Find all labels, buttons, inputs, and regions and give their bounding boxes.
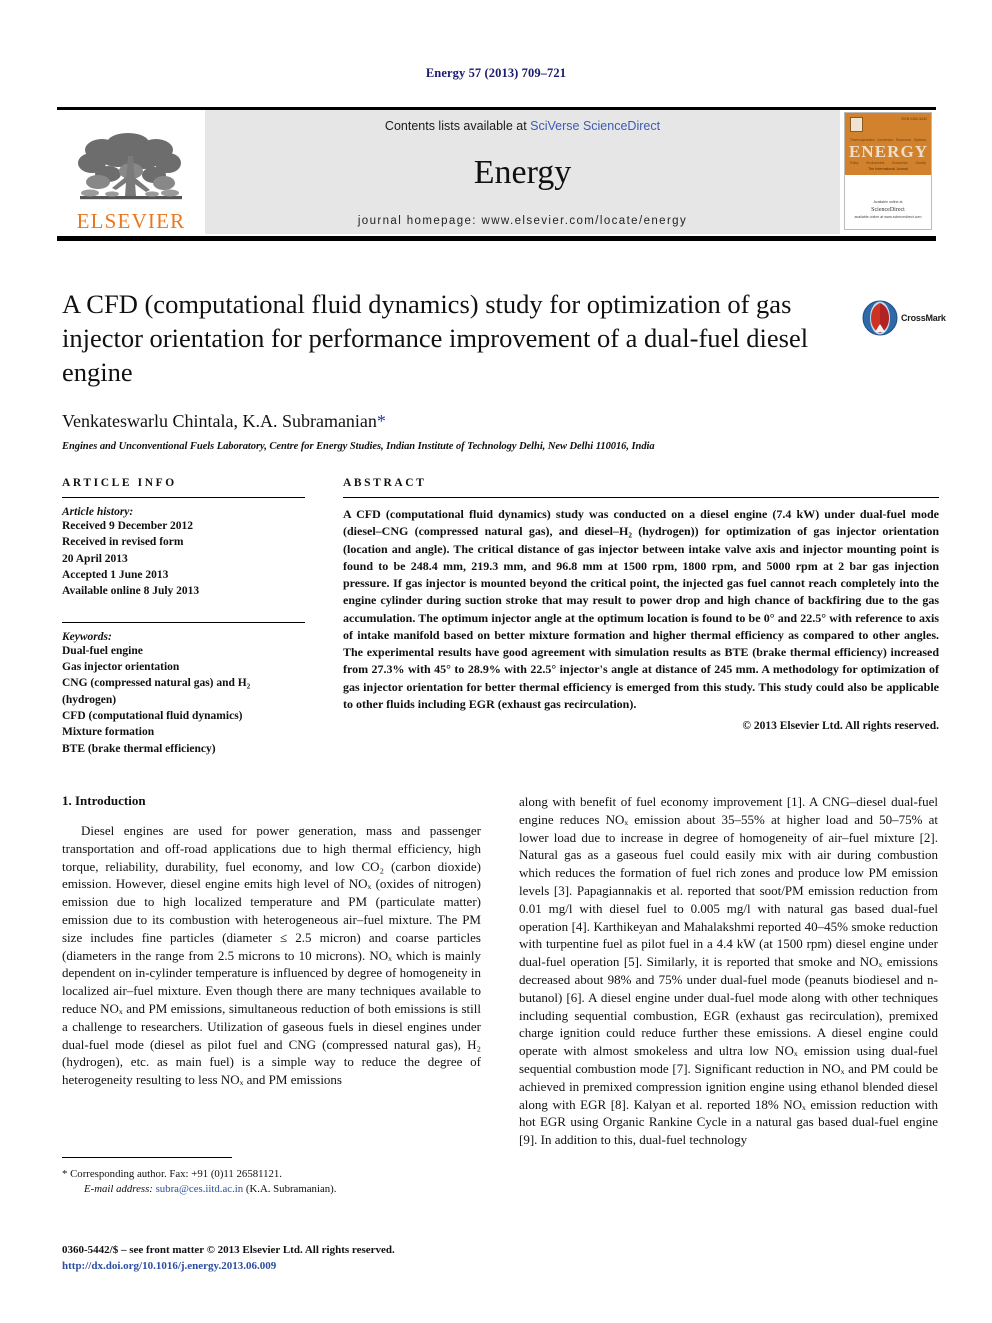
corresponding-author-marker: * (376, 410, 386, 431)
info-abstract-row: ARTICLE INFO Article history: Received 9… (62, 477, 939, 757)
doi-link[interactable]: http://dx.doi.org/10.1016/j.energy.2013.… (62, 1259, 562, 1275)
abstract-column: ABSTRACT A CFD (computational fluid dyna… (343, 477, 939, 757)
footnote-block: * Corresponding author. Fax: +91 (0)11 2… (62, 1167, 481, 1198)
cover-bottom-label-3: Society (915, 161, 926, 165)
email-owner: (K.A. Subramanian). (245, 1183, 337, 1196)
article-history-3: Accepted 1 June 2013 (62, 568, 169, 581)
cover-bottom-labels: Policy Environment Economics Society (850, 161, 926, 165)
keywords-rule (62, 621, 305, 623)
journal-homepage[interactable]: journal homepage: www.elsevier.com/locat… (358, 215, 687, 227)
email-note: E-mail address: subra@ces.iitd.ac.in (K.… (62, 1182, 481, 1197)
abstract-heading: ABSTRACT (343, 477, 427, 489)
cover-footer: Available online at ScienceDirect availa… (845, 200, 931, 220)
body-columns: 1. Introduction Diesel engines are used … (62, 793, 939, 1149)
affiliation: Engines and Unconventional Fuels Laborat… (62, 440, 655, 452)
cover-bottom-label-0: Policy (850, 161, 859, 165)
front-matter-block: 0360-5442/$ – see front matter © 2013 El… (62, 1243, 562, 1275)
cover-letter-3: R (887, 142, 900, 161)
journal-cover-thumbnail[interactable]: ISSN 0360-5442 Thermodynamics Conversion… (840, 110, 936, 234)
keyword-4: Mixture formation (62, 726, 155, 739)
masthead-bottom-rule (57, 236, 936, 241)
cover-thumb: ISSN 0360-5442 Thermodynamics Conversion… (844, 112, 932, 230)
page-title: A CFD (computational fluid dynamics) stu… (62, 289, 809, 387)
keyword-5: BTE (brake thermal efficiency) (62, 742, 216, 755)
article-info-heading: ARTICLE INFO (62, 477, 177, 489)
cover-orange-band: ISSN 0360-5442 Thermodynamics Conversion… (845, 113, 931, 175)
crossmark-badge[interactable]: CrossMark (862, 296, 946, 340)
masthead-center: Contents lists available at SciVerse Sci… (205, 110, 840, 234)
footnote-separator (62, 1157, 232, 1158)
sciencedirect-link[interactable]: SciVerse ScienceDirect (530, 119, 660, 133)
corresponding-author-note: * Corresponding author. Fax: +91 (0)11 2… (62, 1168, 283, 1180)
cover-mini-logo (850, 117, 863, 132)
email-link[interactable]: subra@ces.iitd.ac.in (156, 1183, 244, 1195)
cover-bottom-label-2: Economics (892, 161, 908, 165)
elsevier-logo: ELSEVIER (57, 110, 205, 234)
cover-letter-1: N (861, 142, 874, 161)
paper-page: Energy 57 (2013) 709–721 ELSEVIER Conten… (0, 0, 992, 1323)
cover-subtitle: The International Journal (868, 167, 908, 171)
elsevier-wordmark: ELSEVIER (76, 209, 186, 233)
email-label: E-mail address: (84, 1183, 153, 1196)
cover-footer-tagline: available online at www.sciencedirect.co… (854, 214, 922, 219)
body-column-right: along with benefit of fuel economy impro… (519, 793, 938, 1149)
keyword-1: Gas injector orientation (62, 660, 180, 673)
article-history-2: 20 April 2013 (62, 552, 128, 565)
article-history-4: Available online 8 July 2013 (62, 585, 200, 598)
abstract-rule (343, 497, 939, 498)
cover-letter-5: Y (914, 142, 927, 161)
journal-title: Energy (473, 154, 572, 191)
contents-prefix: Contents lists available at (384, 119, 531, 133)
cover-bottom-label-1: Environment (866, 161, 885, 165)
crossmark-icon (862, 300, 898, 336)
intro-paragraph-right: along with benefit of fuel economy impro… (519, 794, 938, 1148)
abstract-copyright: © 2013 Elsevier Ltd. All rights reserved… (742, 720, 939, 733)
article-history-1: Received in revised form (62, 536, 184, 549)
crossmark-label: CrossMark (901, 313, 946, 323)
abstract-text: A CFD (computational fluid dynamics) stu… (343, 507, 939, 711)
author-list: Venkateswarlu Chintala, K.A. Subramanian… (62, 411, 852, 432)
cover-letter-0: E (849, 142, 861, 161)
elsevier-tree-icon (78, 133, 182, 200)
cover-issn: ISSN 0360-5442 (901, 117, 927, 121)
article-info-rule (62, 497, 305, 498)
author-names: Venkateswarlu Chintala, K.A. Subramanian (62, 410, 377, 431)
keyword-3: CFD (computational fluid dynamics) (62, 709, 243, 722)
cover-footer-brand: ScienceDirect (871, 206, 905, 213)
cover-energy-letters: E N E R G Y (849, 143, 927, 160)
journal-masthead: ELSEVIER Contents lists available at Sci… (57, 107, 936, 234)
keywords-label: Keywords: (62, 630, 112, 643)
running-head: Energy 57 (2013) 709–721 (425, 66, 567, 80)
contents-available-line: Contents lists available at SciVerse Sci… (385, 119, 660, 133)
intro-paragraph-left: Diesel engines are used for power genera… (62, 823, 481, 1088)
article-history-0: Received 9 December 2012 (62, 520, 194, 532)
article-info-column: ARTICLE INFO Article history: Received 9… (62, 477, 305, 757)
keyword-2: CNG (compressed natural gas) and H₂ (hyd… (62, 677, 251, 706)
section-heading-introduction: 1. Introduction (62, 793, 146, 808)
body-column-left: 1. Introduction Diesel engines are used … (62, 793, 481, 1149)
article-history-label: Article history: (62, 506, 134, 518)
cover-letter-2: E (874, 142, 887, 161)
keyword-0: Dual-fuel engine (62, 644, 143, 657)
title-block: A CFD (computational fluid dynamics) stu… (62, 288, 852, 452)
front-matter-line: 0360-5442/$ – see front matter © 2013 El… (62, 1244, 395, 1256)
cover-letter-4: G (900, 142, 914, 161)
